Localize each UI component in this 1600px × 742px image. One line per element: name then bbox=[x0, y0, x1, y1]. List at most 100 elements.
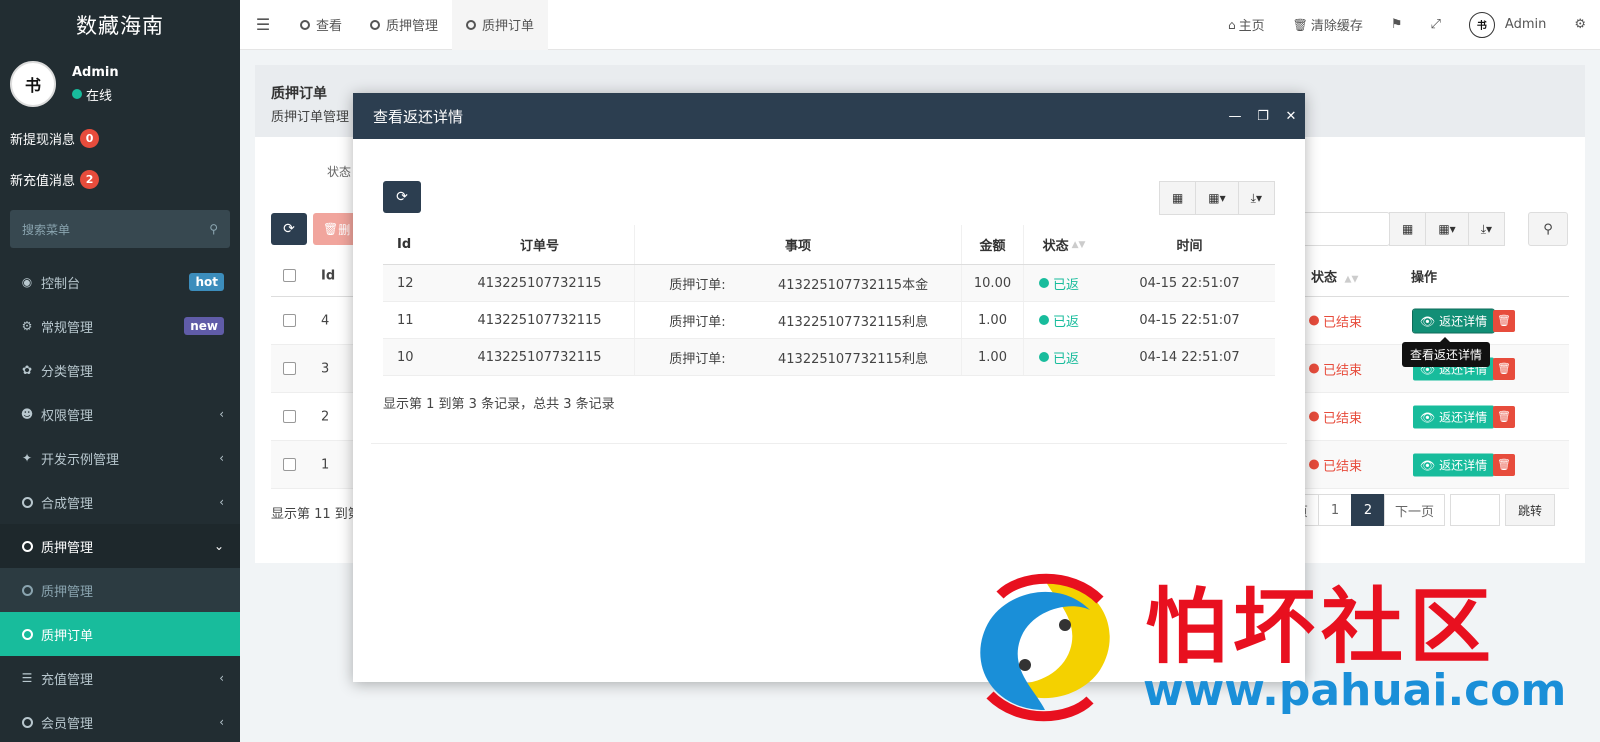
modal-body: ⟳ ▦ ▦▾ ⤓▾ Id 订单号 事项 金额 状态 ▲▼ 时间 12 413225… bbox=[353, 139, 1305, 682]
notice-withdraw-label: 新提现消息 bbox=[10, 133, 76, 148]
sidebar-item-label: 常规管理 bbox=[41, 320, 94, 336]
row-delete-button[interactable]: 🗑 bbox=[1493, 309, 1515, 332]
fullscreen-icon[interactable]: ⤢ bbox=[1417, 17, 1455, 32]
status-badge: 已结束 bbox=[1309, 311, 1362, 330]
home-icon: ⌂ bbox=[1227, 17, 1236, 32]
circle-icon bbox=[466, 19, 477, 30]
row-time: 04-15 22:51:07 bbox=[1139, 275, 1240, 291]
search-button[interactable]: ⚲ bbox=[1528, 212, 1568, 246]
sidebar-item-dev-example[interactable]: ✦ 开发示例管理 ‹ bbox=[0, 436, 240, 480]
col-state-header[interactable]: 状态 ▲▼ bbox=[1024, 225, 1104, 264]
export-icon: ⤓▾ bbox=[1250, 190, 1262, 205]
refresh-icon: ⟳ bbox=[396, 189, 408, 205]
columns-button[interactable]: ▦▾ bbox=[1425, 212, 1469, 246]
col-item-header: 事项 bbox=[635, 225, 962, 264]
toggle-view-button[interactable]: ▦ bbox=[1158, 181, 1197, 215]
row-delete-button[interactable]: 🗑 bbox=[1493, 453, 1515, 476]
navbar-right: ⌂ 主页 🗑 清除缓存 ⚑ ⤢ 书 Admin ⚙ bbox=[1214, 0, 1600, 50]
menu-toggle-icon[interactable]: ☰ bbox=[240, 15, 286, 34]
row-checkbox[interactable] bbox=[283, 409, 296, 423]
menu-search-input[interactable]: 搜索菜单 ⚲ bbox=[10, 210, 230, 248]
pagination: 页 1 2 下一页 跳转 bbox=[1284, 494, 1556, 526]
sidebar-item-auth[interactable]: ☻ 权限管理 ‹ bbox=[0, 392, 240, 436]
row-checkbox[interactable] bbox=[283, 457, 296, 471]
brand-title[interactable]: 数藏海南 bbox=[0, 0, 240, 50]
row-checkbox[interactable] bbox=[283, 313, 296, 327]
tab-view[interactable]: 查看 bbox=[286, 0, 356, 50]
modal-header[interactable]: 查看返还详情 — ❐ ✕ bbox=[353, 93, 1305, 139]
status-badge: 已结束 bbox=[1309, 407, 1362, 426]
row-delete-button[interactable]: 🗑 bbox=[1493, 357, 1515, 380]
maximize-icon[interactable]: ❐ bbox=[1249, 109, 1277, 124]
circle-icon bbox=[370, 19, 381, 30]
modal-table-summary: 显示第 1 到第 3 条记录，总共 3 条记录 bbox=[383, 397, 615, 412]
notice-recharge[interactable]: 新充值消息 2 bbox=[0, 159, 240, 200]
minimize-icon[interactable]: — bbox=[1221, 109, 1249, 124]
close-icon[interactable]: ✕ bbox=[1277, 109, 1305, 124]
language-icon[interactable]: ⚑ bbox=[1377, 17, 1417, 32]
refresh-button[interactable]: ⟳ bbox=[271, 213, 307, 245]
admin-menu[interactable]: 书 Admin bbox=[1455, 11, 1560, 38]
gears-icon[interactable]: ⚙ bbox=[1560, 17, 1600, 32]
row-order-no: 413225107732115 bbox=[445, 265, 635, 301]
row-checkbox[interactable] bbox=[283, 361, 296, 375]
export-button[interactable]: ⤓▾ bbox=[1237, 181, 1275, 215]
return-detail-button[interactable]: 👁 返还详情 bbox=[1411, 308, 1496, 333]
table-icon: ▦ bbox=[1171, 191, 1184, 205]
modal-title: 查看返还详情 bbox=[373, 107, 464, 126]
columns-button[interactable]: ▦▾ bbox=[1195, 181, 1239, 215]
row-delete-button[interactable]: 🗑 bbox=[1493, 405, 1515, 428]
page-button-current[interactable]: 2 bbox=[1351, 494, 1386, 526]
col-time-header: 时间 bbox=[1176, 239, 1203, 254]
row-item: 质押订单: 413225107732115利息 bbox=[635, 302, 962, 338]
row-time: 04-15 22:51:07 bbox=[1139, 312, 1240, 328]
select-all-checkbox[interactable] bbox=[283, 268, 296, 282]
sidebar-item-recharge[interactable]: ☰ 充值管理 ‹ bbox=[0, 656, 240, 700]
sidebar-item-pledge[interactable]: 质押管理 ⌄ bbox=[0, 524, 240, 568]
sidebar-item-dashboard[interactable]: ◉ 控制台 hot bbox=[0, 260, 240, 304]
sidebar-subitem-pledge-manage[interactable]: 质押管理 bbox=[0, 568, 240, 612]
modal-refresh-button[interactable]: ⟳ bbox=[383, 181, 421, 213]
export-button[interactable]: ⤓▾ bbox=[1467, 212, 1506, 246]
table-icon: ▦ bbox=[1402, 222, 1414, 236]
circle-icon bbox=[20, 584, 34, 596]
return-detail-button[interactable]: 👁 返还详情 bbox=[1413, 453, 1495, 476]
row-id: 11 bbox=[397, 312, 414, 328]
sidebar-item-member[interactable]: 会员管理 ‹ bbox=[0, 700, 240, 742]
row-order-no: 413225107732115 bbox=[445, 302, 635, 338]
clear-cache-link[interactable]: 🗑 清除缓存 bbox=[1279, 15, 1377, 35]
toggle-view-button[interactable]: ▦ bbox=[1389, 212, 1427, 246]
page-button[interactable]: 1 bbox=[1318, 494, 1353, 526]
col-order-no-header: 订单号 bbox=[445, 225, 635, 264]
export-icon: ⤓▾ bbox=[1480, 221, 1493, 236]
avatar: 书 bbox=[1468, 11, 1495, 38]
jump-page-input[interactable] bbox=[1450, 494, 1501, 526]
sidebar: 数藏海南 书 Admin 在线 新提现消息 0 新充值消息 2 搜索菜单 ⚲ ◉… bbox=[0, 0, 240, 742]
next-page-button[interactable]: 下一页 bbox=[1384, 494, 1446, 526]
notice-recharge-count: 2 bbox=[80, 170, 100, 189]
jump-button[interactable]: 跳转 bbox=[1505, 494, 1556, 526]
status-badge: 已结束 bbox=[1309, 455, 1362, 474]
sidebar-item-category[interactable]: ✿ 分类管理 bbox=[0, 348, 240, 392]
sidebar-item-label: 权限管理 bbox=[41, 408, 94, 424]
home-label: 主页 bbox=[1238, 19, 1265, 34]
tab-pledge-order[interactable]: 质押订单 bbox=[452, 0, 549, 50]
filter-state-label[interactable]: 状态 bbox=[327, 163, 351, 180]
online-dot-icon bbox=[72, 89, 82, 99]
sidebar-item-synthesis[interactable]: 合成管理 ‹ bbox=[0, 480, 240, 524]
notice-withdraw[interactable]: 新提现消息 0 bbox=[0, 118, 240, 159]
tab-label: 质押管理 bbox=[386, 19, 439, 34]
divider bbox=[371, 443, 1287, 444]
home-link[interactable]: ⌂ 主页 bbox=[1214, 15, 1279, 35]
col-state-header[interactable]: 状态 ▲▼ bbox=[1311, 266, 1358, 285]
sidebar-subitem-pledge-order[interactable]: 质押订单 bbox=[0, 612, 240, 656]
table-row: 12 413225107732115 质押订单: 413225107732115本… bbox=[383, 265, 1275, 302]
search-icon[interactable]: ⚲ bbox=[209, 222, 218, 236]
sidebar-item-label: 质押订单 bbox=[41, 628, 94, 644]
chevron-left-icon: ‹ bbox=[219, 495, 224, 509]
col-id-header: Id bbox=[397, 237, 412, 252]
sidebar-item-general[interactable]: ⚙ 常规管理 new bbox=[0, 304, 240, 348]
return-detail-button[interactable]: 👁 返还详情 bbox=[1413, 405, 1495, 428]
chevron-left-icon: ‹ bbox=[219, 407, 224, 421]
tab-pledge-manage[interactable]: 质押管理 bbox=[356, 0, 452, 50]
